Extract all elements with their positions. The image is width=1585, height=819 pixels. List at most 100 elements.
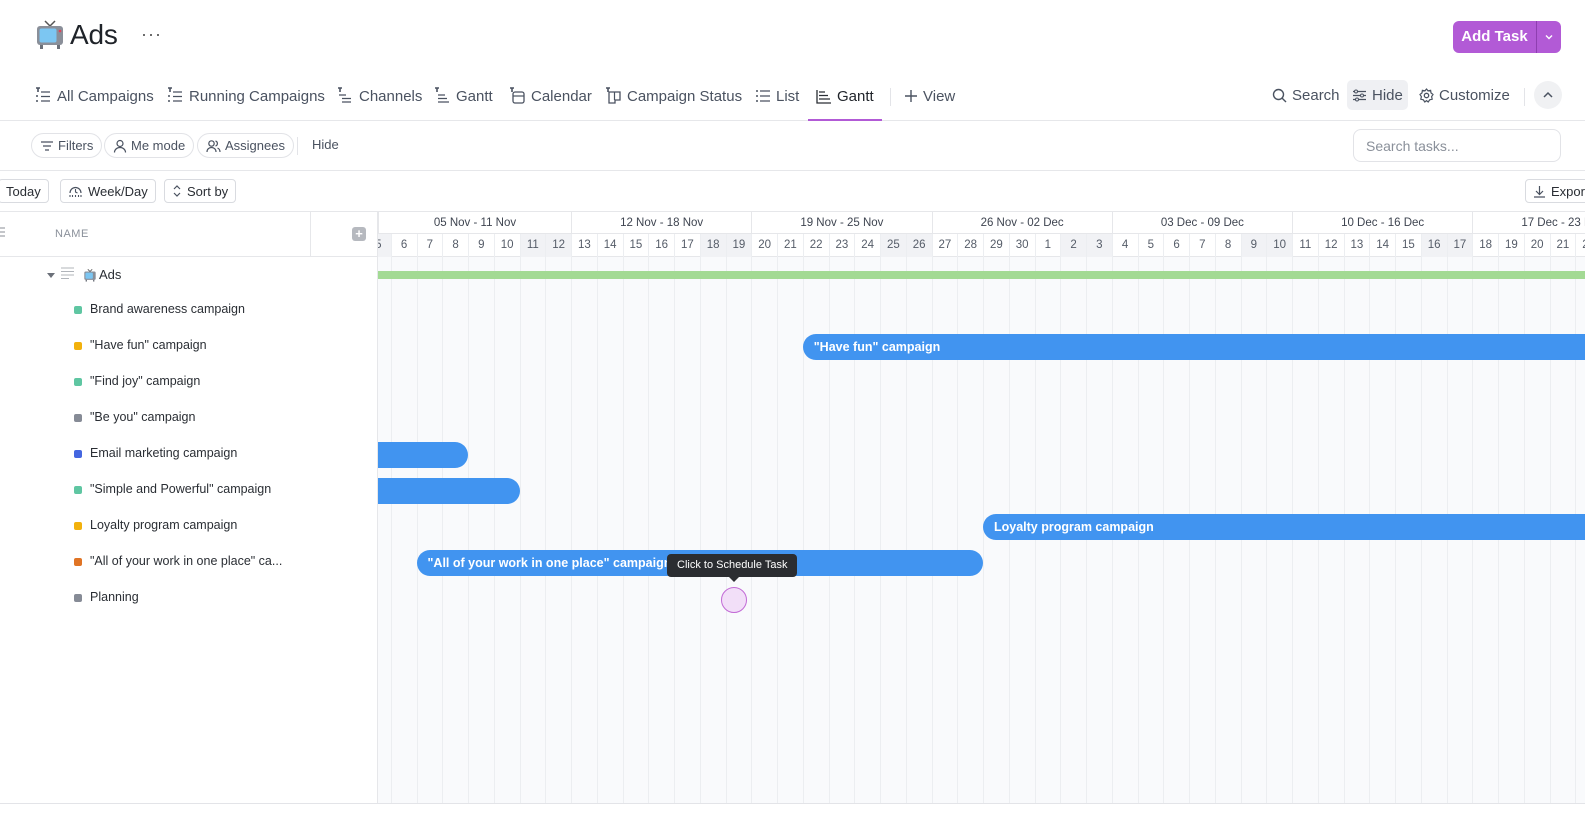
tab-gantt-pinned[interactable]: Gantt bbox=[433, 72, 493, 120]
day-label: 25 bbox=[880, 234, 906, 257]
day-label: 22 bbox=[1575, 234, 1585, 257]
view-tabs: All Campaigns Running Campaigns Channels… bbox=[0, 72, 1585, 121]
name-column-header[interactable]: NAME bbox=[55, 228, 89, 240]
filters-label: Filters bbox=[58, 138, 94, 153]
add-view-button[interactable]: View bbox=[904, 72, 955, 120]
tab-running-campaigns[interactable]: Running Campaigns bbox=[166, 72, 325, 120]
task-name[interactable]: Loyalty program campaign bbox=[90, 518, 237, 532]
day-gridline bbox=[442, 257, 444, 804]
task-bar[interactable] bbox=[378, 478, 520, 504]
hide-button[interactable]: Hide bbox=[1347, 80, 1408, 110]
add-column-button[interactable]: + bbox=[352, 227, 366, 241]
task-row[interactable]: "Simple and Powerful" campaign bbox=[0, 473, 377, 509]
week-label: 26 Nov - 02 Dec bbox=[931, 212, 1112, 234]
pinned-board-icon bbox=[606, 87, 621, 104]
add-task-dropdown[interactable] bbox=[1536, 21, 1561, 53]
day-label: 20 bbox=[751, 234, 777, 257]
day-gridline bbox=[751, 257, 753, 804]
caret-down-icon[interactable] bbox=[47, 273, 55, 279]
tab-calendar[interactable]: Calendar bbox=[508, 72, 592, 120]
task-row[interactable]: "All of your work in one place" ca... bbox=[0, 545, 377, 581]
status-dot-icon[interactable] bbox=[74, 522, 82, 530]
schedule-tooltip: Click to Schedule Task bbox=[667, 554, 798, 582]
day-label: 11 bbox=[1292, 234, 1318, 257]
task-row[interactable]: "Be you" campaign bbox=[0, 401, 377, 437]
sort-by-button[interactable]: Sort by bbox=[164, 179, 237, 203]
status-dot-icon[interactable] bbox=[74, 450, 82, 458]
day-label: 26 bbox=[905, 234, 932, 257]
search-button[interactable]: Search bbox=[1267, 80, 1345, 110]
search-tasks-input[interactable] bbox=[1353, 129, 1561, 162]
me-mode-button[interactable]: Me mode bbox=[104, 133, 195, 158]
day-label: 15 bbox=[622, 234, 649, 257]
task-name[interactable]: "Simple and Powerful" campaign bbox=[90, 482, 271, 496]
customize-button[interactable]: Customize bbox=[1414, 80, 1515, 110]
day-label: 13 bbox=[1343, 234, 1370, 257]
hide-filter-button[interactable]: Hide bbox=[312, 137, 339, 152]
day-label: 5 bbox=[378, 234, 391, 257]
collapse-header-button[interactable] bbox=[1534, 81, 1562, 109]
status-dot-icon[interactable] bbox=[74, 594, 82, 602]
add-task-button[interactable]: Add Task bbox=[1453, 21, 1561, 53]
day-label: 9 bbox=[1240, 234, 1267, 257]
task-name[interactable]: "All of your work in one place" ca... bbox=[90, 554, 282, 568]
day-gridline bbox=[571, 257, 572, 804]
task-name[interactable]: "Be you" campaign bbox=[90, 410, 195, 424]
day-label: 10 bbox=[493, 234, 520, 257]
task-row[interactable]: Email marketing campaign bbox=[0, 437, 377, 473]
assignees-button[interactable]: Assignees bbox=[197, 133, 294, 158]
more-options-button[interactable]: ··· bbox=[141, 24, 162, 45]
task-name[interactable]: Planning bbox=[90, 590, 139, 604]
day-gridline bbox=[674, 257, 675, 804]
filters-button[interactable]: Filters bbox=[31, 133, 103, 158]
task-row[interactable]: Brand awareness campaign bbox=[0, 293, 377, 329]
filter-bar: Filters Me mode Assignees Hide bbox=[0, 121, 1585, 171]
customize-label: Customize bbox=[1439, 86, 1510, 104]
task-name[interactable]: "Find joy" campaign bbox=[90, 374, 200, 388]
task-row[interactable]: "Find joy" campaign bbox=[0, 365, 377, 401]
task-name[interactable]: Email marketing campaign bbox=[90, 446, 237, 460]
tab-channels[interactable]: Channels bbox=[336, 72, 422, 120]
day-label: 17 bbox=[1446, 234, 1473, 257]
day-gridline bbox=[519, 257, 521, 804]
gantt-chart[interactable]: 5 6 7 8 9 10 11 12 13 14 15 16 17 18 19 20 21 22 23 24 25 26 2… bbox=[378, 212, 1585, 804]
drag-handle-icon[interactable] bbox=[0, 226, 6, 238]
status-dot-icon[interactable] bbox=[74, 306, 82, 314]
task-row[interactable]: Planning bbox=[0, 581, 377, 617]
task-row[interactable]: "Have fun" campaign bbox=[0, 329, 377, 365]
week-day-button[interactable]: Week/Day bbox=[60, 179, 156, 203]
task-name[interactable]: "Have fun" campaign bbox=[90, 338, 207, 352]
page-header: Ads ··· Add Task bbox=[0, 0, 1585, 72]
task-bar[interactable]: "Have fun" campaign bbox=[802, 334, 1585, 360]
day-label: 8 bbox=[1214, 234, 1241, 257]
day-label: 3 bbox=[1086, 234, 1112, 257]
tab-label: Gantt bbox=[456, 87, 493, 105]
add-task-label[interactable]: Add Task bbox=[1453, 21, 1536, 53]
tab-list[interactable]: List bbox=[755, 72, 799, 120]
gear-icon bbox=[1419, 87, 1434, 103]
search-icon bbox=[1272, 88, 1287, 102]
group-summary-bar-ads[interactable] bbox=[378, 271, 1585, 279]
task-bar[interactable] bbox=[378, 442, 468, 468]
day-label: 4 bbox=[1111, 234, 1138, 257]
status-dot-icon[interactable] bbox=[74, 378, 82, 386]
search-label: Search bbox=[1292, 86, 1340, 104]
task-bar[interactable]: Loyalty program campaign bbox=[983, 514, 1585, 540]
day-label: 5 bbox=[1137, 234, 1164, 257]
status-dot-icon[interactable] bbox=[74, 486, 82, 494]
task-row[interactable]: Loyalty program campaign bbox=[0, 509, 377, 545]
tab-all-campaigns[interactable]: All Campaigns bbox=[34, 72, 154, 120]
day-label: 13 bbox=[571, 234, 597, 257]
tab-gantt[interactable]: Gantt bbox=[808, 72, 882, 121]
schedule-task-handle[interactable] bbox=[721, 587, 747, 613]
export-button[interactable]: Export bbox=[1525, 179, 1585, 203]
status-dot-icon[interactable] bbox=[74, 342, 82, 350]
status-dot-icon[interactable] bbox=[74, 558, 82, 566]
task-name[interactable]: Brand awareness campaign bbox=[90, 302, 245, 316]
status-dot-icon[interactable] bbox=[74, 414, 82, 422]
day-label: 14 bbox=[1369, 234, 1395, 257]
day-label: 6 bbox=[1163, 234, 1189, 257]
tab-campaign-status[interactable]: Campaign Status bbox=[604, 72, 742, 120]
group-row-ads[interactable]: Ads bbox=[0, 257, 377, 293]
today-button[interactable]: Today bbox=[0, 179, 49, 203]
